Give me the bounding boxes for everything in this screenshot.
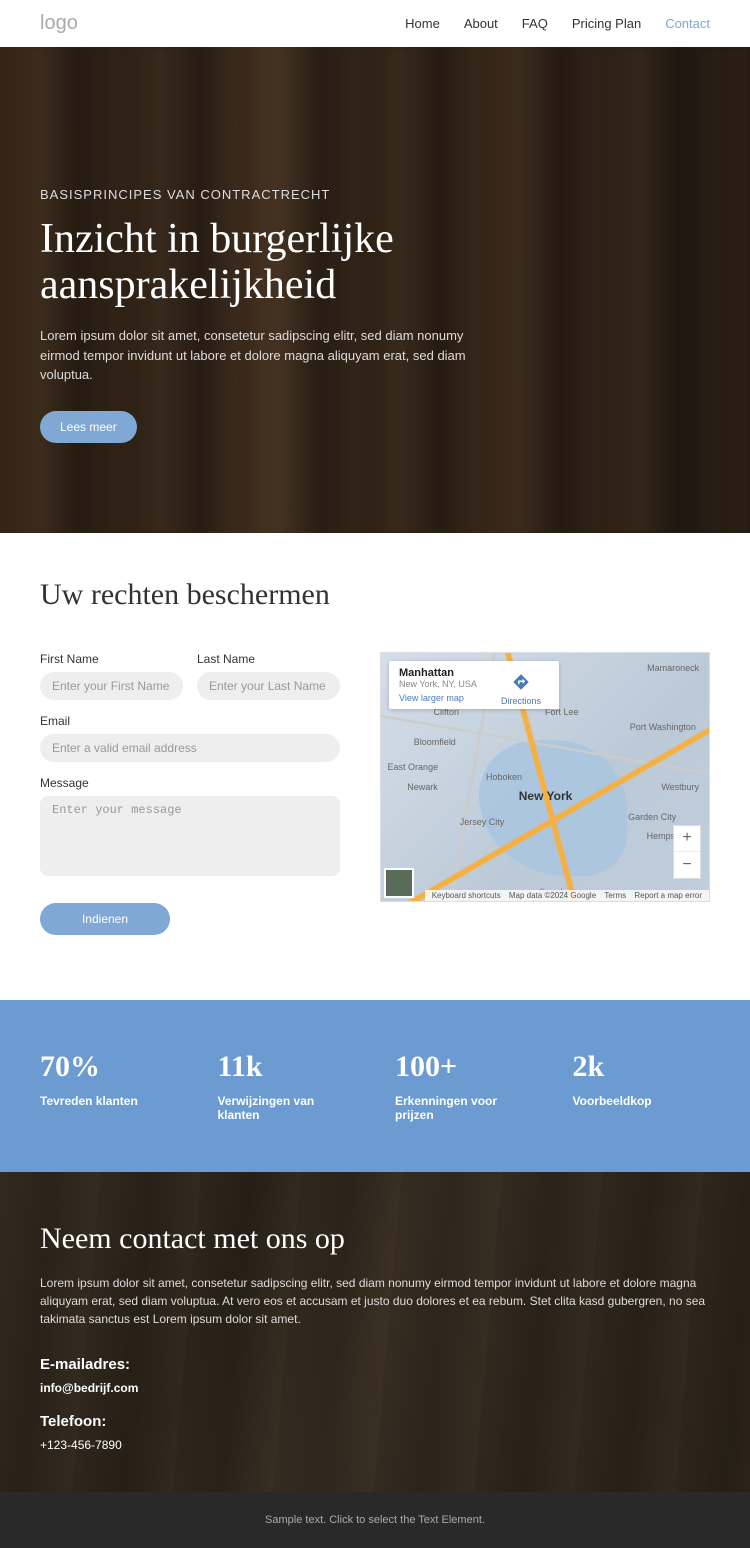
directions-icon bbox=[512, 673, 530, 691]
nav-about[interactable]: About bbox=[464, 16, 498, 31]
map-data-attribution: Map data ©2024 Google bbox=[509, 891, 596, 900]
map-zoom-controls: + − bbox=[673, 825, 701, 879]
contact-text: Lorem ipsum dolor sit amet, consetetur s… bbox=[40, 1274, 710, 1328]
last-name-label: Last Name bbox=[197, 652, 340, 666]
email-input[interactable] bbox=[40, 734, 340, 762]
phone-value[interactable]: +123-456-7890 bbox=[40, 1438, 710, 1452]
map-city-newyork: New York bbox=[519, 789, 573, 803]
stat-label: Voorbeeldkop bbox=[573, 1094, 711, 1108]
form-section-title: Uw rechten beschermen bbox=[40, 578, 710, 612]
map-zoom-in-button[interactable]: + bbox=[674, 826, 700, 852]
map[interactable]: Clifton Fort Lee Bloomfield Newark Hobok… bbox=[380, 652, 710, 902]
message-textarea[interactable] bbox=[40, 796, 340, 876]
stat-value: 100+ bbox=[395, 1050, 533, 1084]
map-label-mamaroneck: Mamaroneck bbox=[647, 663, 699, 673]
map-terms-link[interactable]: Terms bbox=[604, 891, 626, 900]
email-heading: E-mailadres: bbox=[40, 1356, 710, 1373]
stats-section: 70% Tevreden klanten 11k Verwijzingen va… bbox=[0, 1000, 750, 1172]
nav-contact[interactable]: Contact bbox=[665, 16, 710, 31]
first-name-input[interactable] bbox=[40, 672, 183, 700]
read-more-button[interactable]: Lees meer bbox=[40, 411, 137, 443]
map-label-gardencity: Garden City bbox=[628, 812, 676, 822]
stat-item: 100+ Erkenningen voor prijzen bbox=[395, 1050, 533, 1122]
map-footer: Keyboard shortcuts Map data ©2024 Google… bbox=[425, 890, 709, 901]
map-label-jerseycity: Jersey City bbox=[460, 817, 505, 827]
hero-text: Lorem ipsum dolor sit amet, consetetur s… bbox=[40, 326, 480, 385]
footer: Sample text. Click to select the Text El… bbox=[0, 1492, 750, 1548]
stat-label: Verwijzingen van klanten bbox=[218, 1094, 356, 1122]
map-satellite-toggle[interactable] bbox=[384, 868, 414, 898]
stat-item: 2k Voorbeeldkop bbox=[573, 1050, 711, 1122]
nav-home[interactable]: Home bbox=[405, 16, 440, 31]
map-directions-text: Directions bbox=[501, 696, 541, 706]
submit-button[interactable]: Indienen bbox=[40, 903, 170, 935]
map-label-hoboken: Hoboken bbox=[486, 772, 522, 782]
email-label: Email bbox=[40, 714, 340, 728]
logo[interactable]: logo bbox=[40, 12, 78, 35]
map-label-eastorange: East Orange bbox=[388, 762, 439, 772]
map-label-westbury: Westbury bbox=[661, 782, 699, 792]
stat-value: 11k bbox=[218, 1050, 356, 1084]
email-value[interactable]: info@bedrijf.com bbox=[40, 1381, 710, 1395]
nav-faq[interactable]: FAQ bbox=[522, 16, 548, 31]
map-label-clifton: Clifton bbox=[433, 707, 459, 717]
map-label-fortlee: Fort Lee bbox=[545, 707, 579, 717]
header: logo Home About FAQ Pricing Plan Contact bbox=[0, 0, 750, 47]
stat-label: Tevreden klanten bbox=[40, 1094, 178, 1108]
map-label-bloomfield: Bloomfield bbox=[414, 737, 456, 747]
nav-pricing[interactable]: Pricing Plan bbox=[572, 16, 641, 31]
map-directions[interactable]: Directions bbox=[501, 669, 541, 706]
hero-title: Inzicht in burgerlijke aansprakelijkheid bbox=[40, 216, 540, 308]
map-report-link[interactable]: Report a map error bbox=[634, 891, 702, 900]
first-name-label: First Name bbox=[40, 652, 183, 666]
footer-text[interactable]: Sample text. Click to select the Text El… bbox=[22, 1514, 728, 1526]
hero-section: BASISPRINCIPES VAN CONTRACTRECHT Inzicht… bbox=[0, 47, 750, 533]
stat-value: 2k bbox=[573, 1050, 711, 1084]
phone-heading: Telefoon: bbox=[40, 1413, 710, 1430]
stat-value: 70% bbox=[40, 1050, 178, 1084]
message-label: Message bbox=[40, 776, 340, 790]
map-label-newark: Newark bbox=[407, 782, 438, 792]
stat-label: Erkenningen voor prijzen bbox=[395, 1094, 533, 1122]
main-nav: Home About FAQ Pricing Plan Contact bbox=[405, 16, 710, 31]
stat-item: 70% Tevreden klanten bbox=[40, 1050, 178, 1122]
map-zoom-out-button[interactable]: − bbox=[674, 852, 700, 878]
stat-item: 11k Verwijzingen van klanten bbox=[218, 1050, 356, 1122]
contact-section: Neem contact met ons op Lorem ipsum dolo… bbox=[0, 1172, 750, 1492]
last-name-input[interactable] bbox=[197, 672, 340, 700]
contact-title: Neem contact met ons op bbox=[40, 1222, 710, 1256]
hero-eyebrow: BASISPRINCIPES VAN CONTRACTRECHT bbox=[40, 187, 540, 202]
map-label-portwash: Port Washington bbox=[630, 722, 696, 732]
map-infobox: Manhattan New York, NY, USA View larger … bbox=[389, 661, 559, 709]
form-section: Uw rechten beschermen First Name Last Na… bbox=[0, 533, 750, 1000]
map-keyboard-shortcuts[interactable]: Keyboard shortcuts bbox=[432, 891, 501, 900]
